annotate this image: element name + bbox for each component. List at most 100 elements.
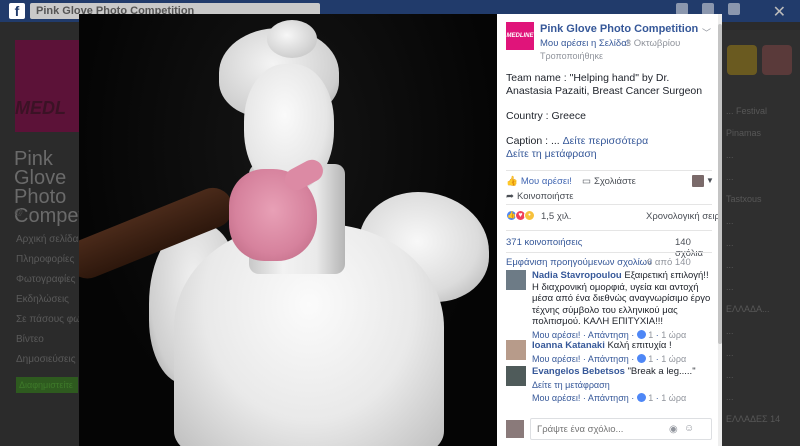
commenter-avatar[interactable] [506, 340, 526, 360]
post-caption-line: Caption : ... Δείτε περισσότερα [506, 135, 712, 148]
comment-label: Σχολιάστε [593, 176, 636, 187]
share-icon: ➦ [506, 191, 514, 202]
post-team-line: Team name : "Helping hand" by Dr. Anasta… [506, 72, 703, 97]
comment-translate-link[interactable]: Δείτε τη μετάφραση [532, 380, 714, 392]
see-more-link[interactable]: Δείτε περισσότερα [563, 135, 649, 147]
background-thumbnail [727, 45, 757, 75]
background-right-row: ΕΛΛΑΔΑ... [726, 304, 770, 314]
profile-avatar[interactable] [692, 175, 704, 187]
shares-count[interactable]: 371 κοινοποιήσεις [506, 237, 582, 248]
like-count-icon [636, 353, 646, 363]
comment-text: "Break a leg....." [627, 366, 696, 377]
comment-button[interactable]: ▭ Σχολιάστε [582, 176, 636, 187]
view-previous-comments-link[interactable]: Εμφάνιση προηγούμενων σχολίων [506, 257, 652, 268]
commenter-name[interactable]: Nadia Stavropoulou [532, 270, 622, 281]
background-right-row: ΕΛΛΑΔΕΣ 14 [726, 414, 781, 424]
close-viewer-icon[interactable]: ✕ [773, 2, 786, 22]
comment-time[interactable]: 1 ώρα [661, 354, 686, 364]
background-right-row: ... [726, 348, 734, 358]
background-right-row: ... [726, 172, 734, 182]
background-right-row: ... [726, 150, 734, 160]
comment-time[interactable]: 1 ώρα [661, 393, 686, 403]
share-label: Κοινοποιήστε [516, 191, 574, 202]
page-avatar[interactable]: MEDLINE [506, 22, 534, 50]
background-thumbnail [762, 45, 792, 75]
divider [506, 230, 712, 231]
page-name-link[interactable]: Pink Glove Photo Competition [540, 23, 698, 35]
divider [506, 252, 712, 253]
translate-link[interactable]: Δείτε τη μετάφραση [506, 148, 712, 161]
background-right-row: ... [726, 370, 734, 380]
emoji-icon[interactable]: ☺ [684, 423, 694, 434]
reaction-count[interactable]: 1,5 χιλ. [541, 211, 571, 222]
background-right-row: ... [726, 260, 734, 270]
comment-icon: ▭ [582, 176, 591, 187]
comment-order-dropdown[interactable]: Χρονολογική σειρά ▾ [646, 211, 721, 222]
post-edited-label[interactable]: Τροποποιήθηκε [540, 51, 603, 61]
comment-like-count[interactable]: 1 [648, 393, 653, 403]
share-button[interactable]: ➦ Κοινοποιήστε [506, 191, 573, 202]
comment-like-link[interactable]: Μου αρέσει! [532, 354, 580, 364]
comments-count: 140 σχόλια [675, 237, 704, 259]
divider [506, 170, 712, 171]
thumbs-up-icon: 👍 [506, 176, 518, 187]
post-side-panel: MEDLINE Pink Glove Photo Competition Μου… [497, 14, 721, 446]
comment-like-count[interactable]: 1 [648, 330, 653, 340]
commenter-name[interactable]: Evangelos Bebetsos [532, 366, 625, 377]
background-right-row: ... [726, 238, 734, 248]
commenter-name[interactable]: Ioanna Katanaki [532, 340, 605, 351]
composer-avatar [506, 420, 524, 438]
post-date[interactable]: · 3 Οκτωβρίου [620, 38, 680, 49]
post-country-line: Country : Greece [506, 110, 586, 122]
panel-scrollbar-thumb[interactable] [718, 24, 722, 344]
post-header: MEDLINE Pink Glove Photo Competition Μου… [506, 22, 716, 62]
post-text: Team name : "Helping hand" by Dr. Anasta… [506, 72, 712, 161]
like-page-link[interactable]: Μου αρέσει η Σελίδα! [540, 38, 629, 49]
comment-reply-link[interactable]: Απάντηση [588, 393, 629, 403]
background-right-row: Pinamas [726, 128, 762, 138]
camera-icon[interactable]: ◉ [669, 424, 678, 435]
post-caption-prefix: Caption : ... [506, 135, 560, 147]
background-logo-mark: MEDL [15, 98, 66, 118]
wow-reaction-icon: • [524, 210, 535, 221]
comment-meta: Μου αρέσει! · Απάντηση · 1 · 1 ώρα [532, 393, 687, 403]
like-button[interactable]: 👍 Μου αρέσει! [506, 176, 572, 187]
background-right-row: ... [726, 392, 734, 402]
commenter-avatar[interactable] [506, 270, 526, 290]
comment-composer: ◉ ☺ [506, 418, 712, 440]
facebook-logo-icon[interactable]: f [9, 3, 25, 19]
comment-time[interactable]: 1 ώρα [661, 330, 686, 340]
background-right-row: Tastxous [726, 194, 762, 204]
panel-scrollbar[interactable] [718, 14, 722, 446]
background-page-handle: @ [14, 207, 24, 217]
comment-body: Ioanna Katanaki Καλή επιτυχία ! Μου αρέσ… [532, 340, 714, 365]
background-right-row: ... [726, 326, 734, 336]
comment-reply-link[interactable]: Απάντηση [588, 354, 629, 364]
background-right-row: ... Festival [726, 106, 768, 116]
like-count-icon [636, 393, 646, 402]
background-right-row: ... [726, 282, 734, 292]
notifications-icon[interactable] [728, 3, 740, 15]
comment-meta: Μου αρέσει! · Απάντηση · 1 · 1 ώρα [532, 353, 687, 364]
background-right-row: ... [726, 216, 734, 226]
like-count-icon [636, 329, 646, 339]
background-promote-button[interactable]: Διαφημιστείτε [16, 377, 78, 393]
comment-like-link[interactable]: Μου αρέσει! [532, 330, 580, 340]
comment-like-link[interactable]: Μου αρέσει! [532, 393, 580, 403]
caret-down-icon[interactable]: ▼ [706, 176, 714, 185]
statue-bun [267, 20, 317, 58]
comment-body: Nadia Stavropoulou Εξαιρετική επιλογή!! … [532, 270, 714, 341]
comment-body: Evangelos Bebetsos "Break a leg....." Δε… [532, 366, 714, 405]
comments-pager: 6 από 140 [647, 257, 691, 268]
post-photo[interactable] [79, 14, 497, 446]
comment-like-count[interactable]: 1 [648, 354, 653, 364]
like-label: Μου αρέσει! [520, 176, 572, 187]
divider [506, 204, 712, 205]
background-right-column: ... Festival Pinamas ... ... Tastxous ..… [722, 30, 800, 446]
chevron-down-icon[interactable]: ﹀ [702, 26, 711, 39]
reaction-icons[interactable]: 👍 ♥ • [506, 210, 535, 221]
commenter-avatar[interactable] [506, 366, 526, 386]
reactions-row: 👍 ♥ • 1,5 χιλ. Χρονολογική σειρά ▾ [506, 210, 721, 224]
comment-reply-link[interactable]: Απάντηση [588, 330, 629, 340]
comment-text: Καλή επιτυχία ! [607, 340, 672, 351]
